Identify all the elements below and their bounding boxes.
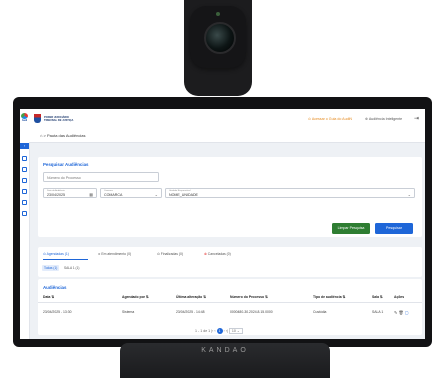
tab-cancelled[interactable]: ⊗ Canceladas (0) <box>204 252 231 256</box>
process-number-input[interactable]: Número do Processo <box>43 172 159 182</box>
column-header-room-label: Sala <box>372 295 379 299</box>
search-button[interactable]: Pesquisar <box>375 223 413 234</box>
home-icon[interactable]: ⌂ <box>40 133 42 138</box>
first-page-icon[interactable]: |‹ <box>211 329 213 333</box>
column-header-type-label: Tipo de audiência <box>313 295 342 299</box>
breadcrumb-bar: ⌂ > Pauta das Audiências <box>29 129 425 143</box>
camera-lens <box>204 22 236 54</box>
clear-search-button[interactable]: Limpar Pesquisa <box>332 223 370 234</box>
next-page-icon[interactable]: › <box>224 329 225 333</box>
ai-link[interactable]: ✲ Audiência Inteligente <box>365 117 402 121</box>
top-bar: PODER JUDICIÁRIO TRIBUNAL DE JUSTIÇA ⊙ A… <box>29 109 425 130</box>
sidebar: Audi › <box>20 109 30 339</box>
cell-process: 0000480-30.2024.8.15.0000 <box>230 310 273 314</box>
tab-finished-label: Finalizadas (0) <box>160 252 184 256</box>
column-header-process[interactable]: Número do Processo ⇅ <box>230 295 268 299</box>
court-crest-icon <box>34 114 41 123</box>
breadcrumb-current: Pauta das Audiências <box>46 133 86 138</box>
column-header-date-label: Data <box>43 295 51 299</box>
calendar-icon[interactable]: ▦ <box>89 192 93 197</box>
hearings-table: Audiências Data ⇅ Agendado por ⇅ Última … <box>38 279 422 335</box>
logo-text: Audi <box>21 119 28 122</box>
comarca-value: COMARCA <box>104 193 123 198</box>
tab-cancelled-label: Canceladas (0) <box>207 252 231 256</box>
pagination: 1 - 1 de 1 |‹ ‹ 1 › ›| 10 ⌄ <box>195 328 243 335</box>
table-header-divider <box>38 302 422 303</box>
row-actions: ✎ 🗑 ▢ <box>394 310 408 315</box>
camera-led <box>216 12 220 16</box>
brand-label: KANDAO <box>201 347 249 354</box>
edit-icon[interactable]: ✎ <box>394 310 397 315</box>
delete-icon[interactable]: 🗑 <box>398 310 403 315</box>
chevron-down-icon: ⌄ <box>407 192 411 197</box>
unit-label: Unidade Responsável <box>169 189 191 192</box>
calendar-icon[interactable] <box>22 156 27 161</box>
page-size-select[interactable]: 10 ⌄ <box>228 328 243 334</box>
users-icon[interactable] <box>22 178 27 183</box>
chevron-down-icon: ⌄ <box>154 192 158 197</box>
column-header-process-label: Número do Processo <box>230 295 265 299</box>
ai-link-label: Audiência Inteligente <box>368 117 403 121</box>
pagination-range: 1 - 1 de 1 <box>195 329 211 333</box>
prev-page-icon[interactable]: ‹ <box>214 329 215 333</box>
column-header-type[interactable]: Tipo de audiência ⇅ <box>313 295 345 299</box>
logout-icon[interactable]: ⇥ <box>414 115 419 122</box>
cell-scheduled-by: Sistema <box>122 310 135 314</box>
cell-room: SALA 1 <box>372 310 384 314</box>
unit-select[interactable]: Unidade Responsável NOME_UNIDADE ⌄ <box>165 188 415 198</box>
last-page-icon[interactable]: ›| <box>226 329 228 333</box>
subtab-all[interactable]: Todas (1) <box>42 265 60 271</box>
upload-icon[interactable] <box>22 167 27 172</box>
column-header-scheduled-by-label: Agendado por <box>122 295 145 299</box>
hearing-date-label: Data da Audiência <box>47 189 65 192</box>
breadcrumb: ⌂ > Pauta das Audiências <box>40 133 86 138</box>
page-number[interactable]: 1 <box>216 328 223 334</box>
page-size-value: 10 <box>231 329 236 333</box>
guide-link[interactable]: ⊙ Acessar o Guia do AudiN <box>308 117 352 121</box>
document-icon[interactable] <box>22 200 27 205</box>
app-logo[interactable]: Audi <box>21 113 28 122</box>
active-tab-indicator <box>43 259 88 260</box>
cell-last-change: 23/04/2025 - 14:48 <box>176 310 205 314</box>
column-header-scheduled-by[interactable]: Agendado por ⇅ <box>122 295 149 299</box>
hearing-date-value: 23/04/2025 <box>47 193 65 198</box>
cell-date: 23/04/2025 - 13:30 <box>43 310 72 314</box>
tab-scheduled-label: Agendadas (1) <box>46 252 69 256</box>
monitor-icon[interactable] <box>22 211 27 216</box>
column-header-last-change-label: Última alteração <box>176 295 203 299</box>
folder-icon[interactable] <box>22 189 27 194</box>
column-header-actions: Ações <box>394 295 405 299</box>
comarca-label: Comarca <box>104 189 113 192</box>
process-number-placeholder: Número do Processo <box>47 175 81 180</box>
tab-in-progress[interactable]: ⧖ Em atendimento (0) <box>98 252 131 256</box>
sidebar-toggle-button[interactable]: › <box>20 143 29 149</box>
unit-value: NOME_UNIDADE <box>169 193 198 198</box>
screen: Audi › PODER JUDICIÁRIO TRIBUNAL DE JUST… <box>20 109 425 339</box>
column-header-room[interactable]: Sala ⇅ <box>372 295 383 299</box>
view-icon[interactable]: ▢ <box>405 310 409 315</box>
comarca-select[interactable]: Comarca COMARCA ⌄ <box>100 188 162 198</box>
tab-in-progress-label: Em atendimento (0) <box>101 252 132 256</box>
subtab-room-1[interactable]: SALA 1 (1) <box>62 265 81 271</box>
search-title: Pesquisar Audiências <box>43 162 89 167</box>
table-title: Audiências <box>43 285 67 290</box>
guide-link-label: Acessar o Guia do AudiN <box>311 117 352 121</box>
tab-finished[interactable]: ⊙ Finalizadas (0) <box>157 252 183 256</box>
status-tabs-panel: ⊙ Agendadas (1) ⧖ Em atendimento (0) ⊙ F… <box>38 247 422 277</box>
hearing-date-field[interactable]: Data da Audiência 23/04/2025 ▦ <box>43 188 97 198</box>
device-base: KANDAO <box>120 343 330 378</box>
tab-scheduled[interactable]: ⊙ Agendadas (1) <box>43 252 69 256</box>
org-line-2: TRIBUNAL DE JUSTIÇA <box>44 119 74 122</box>
cell-type: Custódia <box>313 310 327 314</box>
organization-name: PODER JUDICIÁRIO TRIBUNAL DE JUSTIÇA <box>44 116 73 122</box>
column-header-date[interactable]: Data ⇅ <box>43 295 54 299</box>
column-header-last-change[interactable]: Última alteração ⇅ <box>176 295 206 299</box>
